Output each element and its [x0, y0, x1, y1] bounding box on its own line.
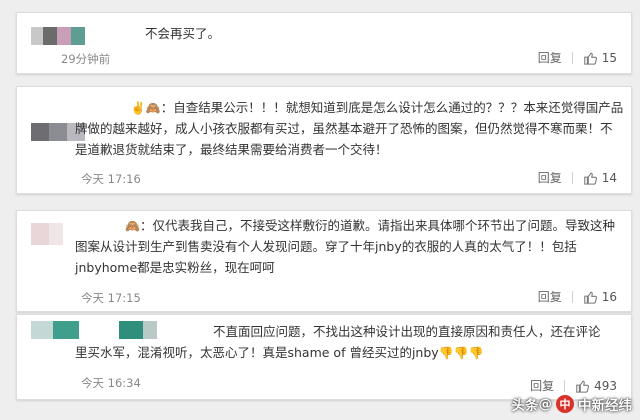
avatar-blurred — [31, 27, 85, 45]
comment-time: 今天 16:34 — [81, 376, 141, 390]
comment-actions: 回复 493 — [530, 377, 617, 394]
reply-button[interactable]: 回复 — [538, 288, 562, 305]
comment-actions: 回复 15 — [538, 49, 617, 66]
comment-time: 今天 17:15 — [81, 291, 141, 305]
comment-card: 不直面回应问题，不找出这种设计出现的直接原因和责任人，还在评论 里买水军，混淆视… — [16, 314, 632, 400]
comment-card: ✌️🙈：自查结果公示！！！就想知道到底是怎么设计怎么通过的？？？本来还觉得国产品… — [16, 86, 632, 194]
username-link[interactable] — [107, 100, 131, 115]
comment-text: 🙈：仅代表我自己，不接受这样敷衍的道歉。请指出来具体哪个环节出了问题。导致这种 — [125, 218, 615, 233]
comment-card: 🙈：仅代表我自己，不接受这样敷衍的道歉。请指出来具体哪个环节出了问题。导致这种 … — [16, 210, 632, 312]
reply-button[interactable]: 回复 — [530, 377, 554, 394]
reply-button[interactable]: 回复 — [538, 169, 562, 186]
watermark: 头条 @ 中 中新经纬 — [511, 394, 632, 414]
watermark-at: @ — [538, 396, 553, 412]
avatar-blurred — [31, 321, 157, 339]
like-count: 493 — [594, 378, 617, 393]
comment-text-cont: 里买水军，混淆视听，太恶心了！真是shame of 曾经买过的jnby👎👎👎 — [75, 345, 484, 360]
divider — [571, 171, 573, 184]
comment-card: 不会再买了。 29分钟前 回复 15 — [16, 12, 632, 74]
watermark-source: 中新经纬 — [578, 398, 632, 414]
thumb-up-icon[interactable] — [583, 51, 597, 65]
divider — [564, 379, 566, 392]
emoji-icon: 🙈 — [125, 219, 140, 233]
reply-button[interactable]: 回复 — [538, 49, 562, 66]
comment-text-cont: 图案从设计到生产到售卖没有个人发现问题。穿了十年jnby的衣服的人真的太气了！！… — [75, 239, 577, 275]
comment-actions: 回复 14 — [538, 169, 617, 186]
like-count: 15 — [601, 50, 617, 65]
thumb-up-icon[interactable] — [583, 290, 597, 304]
thumbs-down-emoji-icon: 👎👎👎 — [438, 346, 484, 360]
like-count: 16 — [601, 289, 617, 304]
thumb-up-icon[interactable] — [575, 379, 590, 393]
comment-time: 29分钟前 — [61, 52, 111, 66]
comment-actions: 回复 16 — [538, 288, 617, 305]
avatar-blurred — [31, 223, 63, 245]
thumb-up-icon[interactable] — [583, 171, 597, 185]
comment-text: 不会再买了。 — [145, 26, 221, 41]
comment-text-cont: 牌做的越来越好，成人小孩衣服都有买过，虽然基本避开了恐怖的图案，但仍然觉得不寒而… — [75, 121, 613, 157]
comment-text: 不直面回应问题，不找出这种设计出现的直接原因和责任人，还在评论 — [213, 324, 601, 339]
news-logo-icon: 中 — [556, 395, 574, 413]
comment-text: ✌️🙈：自查结果公示！！！就想知道到底是怎么设计怎么通过的？？？本来还觉得国产品 — [107, 97, 623, 119]
divider — [571, 51, 573, 64]
emoji-icon: ✌️🙈 — [130, 101, 161, 115]
watermark-prefix: 头条 — [511, 398, 539, 414]
like-count: 14 — [601, 170, 617, 185]
comment-time: 今天 17:16 — [81, 172, 141, 186]
divider — [571, 290, 573, 303]
